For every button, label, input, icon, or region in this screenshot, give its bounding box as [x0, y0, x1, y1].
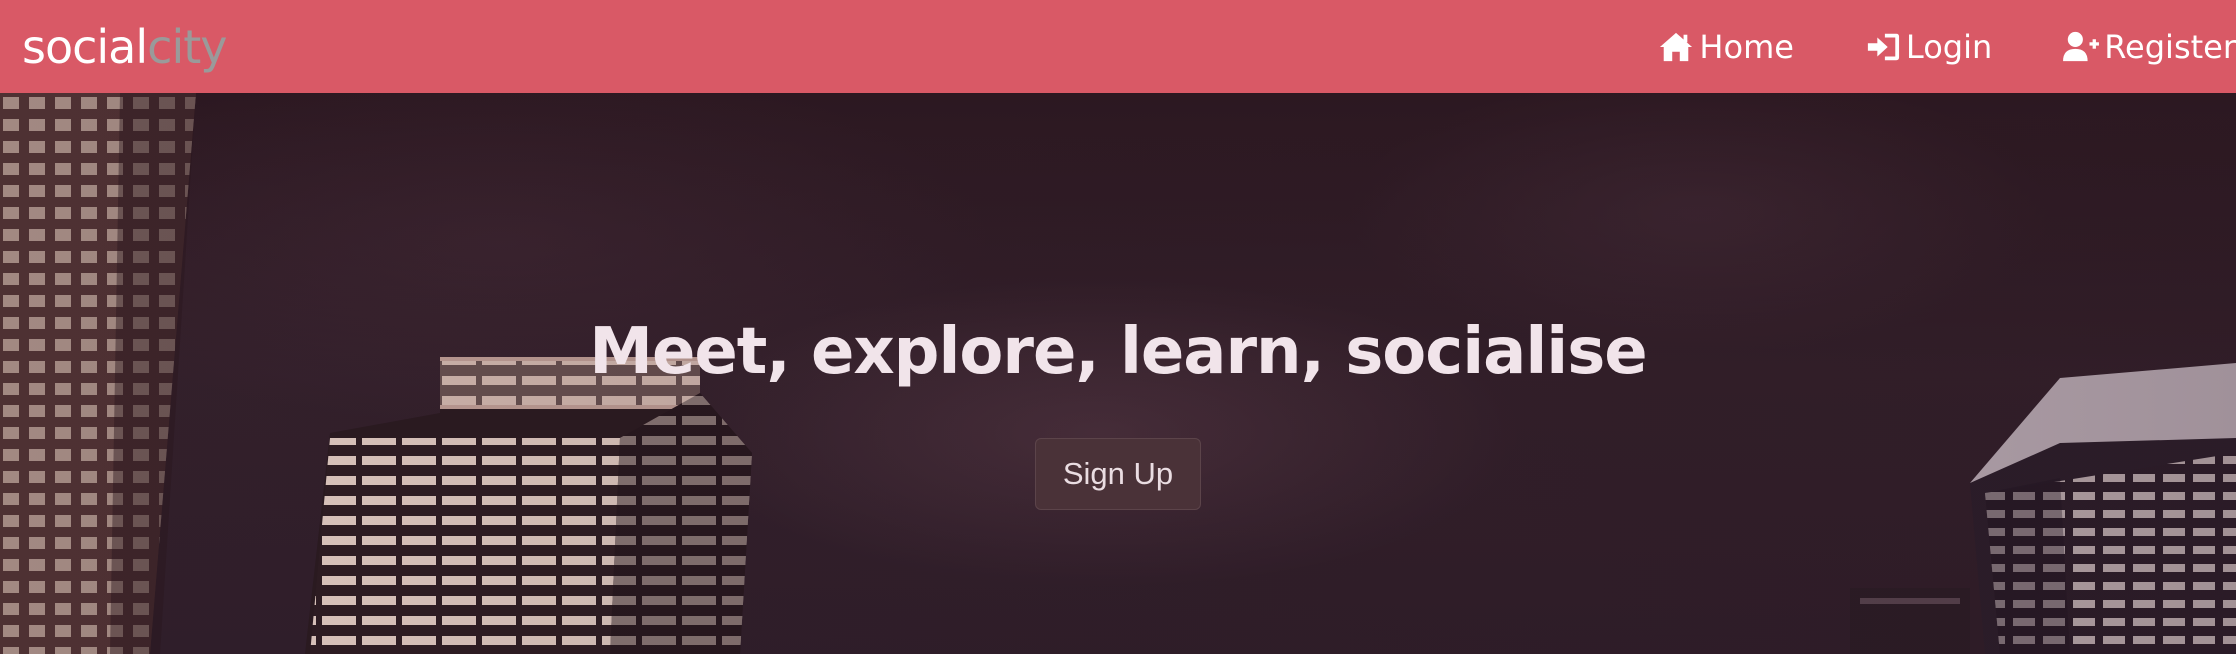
brand-logo-secondary: city	[147, 19, 227, 74]
nav-home-label: Home	[1699, 27, 1794, 66]
main-nav: Home Login Register	[1587, 0, 2236, 93]
nav-home-link[interactable]: Home	[1657, 0, 1794, 93]
hero-section: Meet, explore, learn, socialise Sign Up	[0, 93, 2236, 654]
sign-in-icon	[1864, 30, 1902, 64]
nav-register-link[interactable]: Register	[2062, 0, 2236, 93]
navbar: social city Home Login Register	[0, 0, 2236, 93]
nav-login-label: Login	[1905, 27, 1993, 66]
home-icon	[1657, 30, 1695, 64]
sign-up-button[interactable]: Sign Up	[1035, 438, 1201, 510]
brand-logo[interactable]: social city	[22, 19, 228, 74]
brand-logo-primary: social	[22, 19, 148, 74]
hero-title: Meet, explore, learn, socialise	[589, 315, 1647, 389]
nav-login-link[interactable]: Login	[1864, 0, 1992, 93]
user-plus-icon	[2062, 30, 2100, 64]
nav-register-label: Register	[2104, 27, 2236, 66]
